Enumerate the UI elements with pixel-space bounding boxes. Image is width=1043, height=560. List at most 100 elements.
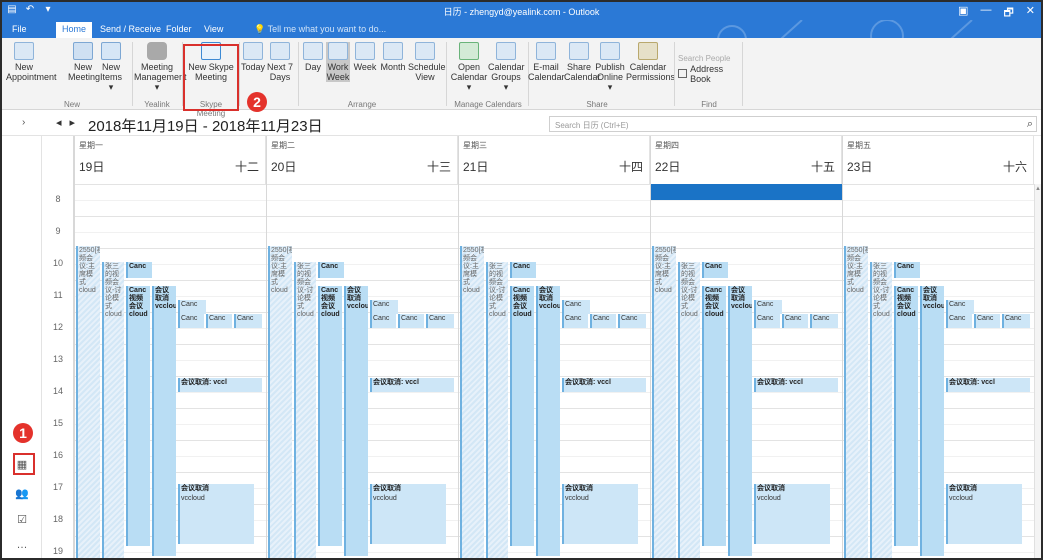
email-calendar-button[interactable]: E-mail Calendar <box>528 42 565 82</box>
appointment-cancelled[interactable]: Canc <box>754 314 780 328</box>
scroll-up-icon[interactable]: ▲ <box>1035 186 1041 192</box>
day-header[interactable]: 星期五 23日 十六 <box>842 136 1034 184</box>
appointment-vccloud[interactable]: vccloud <box>370 494 430 504</box>
appointment-cancel-bar[interactable]: 会议取消: vccl <box>946 378 1030 392</box>
tab-folder[interactable]: Folder <box>160 22 198 38</box>
appointment-vccloud[interactable]: vccloud <box>946 494 1006 504</box>
day-header[interactable]: 星期三 21日 十四 <box>458 136 650 184</box>
month-view-button[interactable]: Month <box>378 42 408 72</box>
appointment-cancel-block[interactable]: 会议取消 <box>946 484 1022 544</box>
appointment-zhangsan[interactable]: 张三的视频会议-讨论模式 cloud <box>486 262 508 558</box>
appointment-cancelled[interactable]: Canc <box>782 314 808 328</box>
appointment-cancel-bar[interactable]: 会议取消: vccl <box>178 378 262 392</box>
appointment-cancel-block[interactable]: 会议取消 <box>754 484 830 544</box>
calendar-search-input[interactable]: Search 日历 (Ctrl+E) ⌕ <box>549 116 1037 132</box>
appointment-cancelled[interactable]: Canc <box>946 314 972 328</box>
expand-folder-pane-icon[interactable]: › <box>22 117 25 128</box>
tell-me-box[interactable]: 💡 Tell me what you want to do... <box>254 24 386 35</box>
address-book-button[interactable]: Address Book <box>678 64 740 84</box>
appointment-cancelled-video[interactable]: Canc 视频 会议 cloud <box>126 286 150 546</box>
appointment-vccloud[interactable]: vccloud <box>754 494 814 504</box>
work-week-view-button[interactable]: Work Week <box>326 42 350 82</box>
appointment-cancelled-video[interactable]: Canc 视频 会议 cloud <box>702 286 726 546</box>
appointment-cancel-bar[interactable]: 会议取消: vccl <box>562 378 646 392</box>
appointment-2550[interactable]: 2550[视频会议:主席模式 cloud <box>652 246 676 558</box>
day-header[interactable]: 星期二 20日 十三 <box>266 136 458 184</box>
schedule-view-button[interactable]: Schedule View <box>408 42 446 82</box>
tasks-nav-icon[interactable]: ☑ <box>15 513 29 527</box>
calendar-permissions-button[interactable]: Calendar Permissions <box>626 42 675 82</box>
appointment-2550[interactable]: 2550[视频会议:主席模式 cloud <box>844 246 868 558</box>
day-view-button[interactable]: Day <box>302 42 324 72</box>
next-arrow-icon[interactable]: ▸ <box>70 117 84 129</box>
appointment-cancel-block[interactable]: 会议取消 <box>178 484 254 544</box>
appointment-cancelled[interactable]: Canc <box>178 300 206 314</box>
appointment-2550[interactable]: 2550[视频会议:主席模式 cloud <box>460 246 484 558</box>
selected-time-slot[interactable] <box>651 184 842 200</box>
appointment-meeting-cancelled[interactable]: 会议取消 vcclou <box>152 286 176 556</box>
tab-send-receive[interactable]: Send / Receive <box>94 22 167 38</box>
appointment-cancelled[interactable]: Canc <box>562 300 590 314</box>
appointment-vccloud[interactable]: vccloud <box>178 494 238 504</box>
new-items-button[interactable]: New Items ▾ <box>98 42 124 92</box>
appointment-cancelled[interactable]: Canc <box>754 300 782 314</box>
appointment-cancelled[interactable]: Canc <box>370 314 396 328</box>
tab-file[interactable]: File <box>6 22 33 38</box>
appointment-cancelled-video[interactable]: Canc 视频 会议 cloud <box>318 286 342 546</box>
appointment-cancelled[interactable]: Canc <box>510 262 536 278</box>
appointment-cancelled[interactable]: Canc <box>370 300 398 314</box>
appointment-cancelled[interactable]: Canc <box>810 314 838 328</box>
appointment-cancelled[interactable]: Canc <box>234 314 262 328</box>
week-view-button[interactable]: Week <box>352 42 378 72</box>
appointment-cancelled[interactable]: Canc <box>562 314 588 328</box>
appointment-cancel-bar[interactable]: 会议取消: vccl <box>370 378 454 392</box>
appointment-cancelled-video[interactable]: Canc 视频 会议 cloud <box>510 286 534 546</box>
vertical-scrollbar[interactable]: ▲ <box>1034 184 1041 558</box>
search-people-input[interactable]: Search People <box>678 54 740 64</box>
appointment-cancelled[interactable]: Canc <box>894 262 920 278</box>
appointment-cancelled[interactable]: Canc <box>946 300 974 314</box>
appointment-meeting-cancelled[interactable]: 会议取消 vcclou <box>536 286 560 556</box>
appointment-cancelled[interactable]: Canc <box>178 314 204 328</box>
new-appointment-button[interactable]: New Appointment <box>6 42 57 82</box>
next-7-days-button[interactable]: Next 7 Days <box>266 42 294 82</box>
appointment-vccloud[interactable]: vccloud <box>562 494 622 504</box>
appointment-cancelled[interactable]: Canc <box>126 262 152 278</box>
appointment-cancelled[interactable]: Canc <box>318 262 344 278</box>
search-icon[interactable]: ⌕ <box>1027 118 1033 131</box>
open-calendar-button[interactable]: Open Calendar ▾ <box>450 42 488 92</box>
appointment-meeting-cancelled[interactable]: 会议取消 vcclou <box>344 286 368 556</box>
today-button[interactable]: Today <box>240 42 266 72</box>
previous-arrow-icon[interactable]: ◂ <box>56 117 70 129</box>
tab-home[interactable]: Home <box>56 22 93 38</box>
tab-view[interactable]: View <box>198 22 229 38</box>
publish-online-button[interactable]: Publish Online ▾ <box>594 42 626 92</box>
appointment-cancelled[interactable]: Canc <box>974 314 1000 328</box>
people-nav-icon[interactable]: 👥 <box>15 487 29 501</box>
appointment-cancelled[interactable]: Canc <box>1002 314 1030 328</box>
appointment-zhangsan[interactable]: 张三的视频会议-讨论模式 cloud <box>294 262 316 558</box>
day-header[interactable]: 星期一 19日 十二 <box>74 136 266 184</box>
share-calendar-button[interactable]: Share Calendar <box>564 42 601 82</box>
appointment-meeting-cancelled[interactable]: 会议取消 vcclou <box>920 286 944 556</box>
appointment-2550[interactable]: 2550[视频会议:主席模式 cloud <box>268 246 292 558</box>
meeting-management-button[interactable]: Meeting Management ▾ <box>134 42 187 92</box>
more-options-icon[interactable]: … <box>15 539 29 553</box>
appointment-cancel-block[interactable]: 会议取消 <box>370 484 446 544</box>
appointment-zhangsan[interactable]: 张三的视频会议-讨论模式 cloud <box>678 262 700 558</box>
appointment-cancel-bar[interactable]: 会议取消: vccl <box>754 378 838 392</box>
calendar-groups-button[interactable]: Calendar Groups ▾ <box>488 42 525 92</box>
appointment-cancel-block[interactable]: 会议取消 <box>562 484 638 544</box>
appointment-cancelled[interactable]: Canc <box>398 314 424 328</box>
appointment-meeting-cancelled[interactable]: 会议取消 vcclou <box>728 286 752 556</box>
appointment-cancelled-video[interactable]: Canc 视频 会议 cloud <box>894 286 918 546</box>
appointment-cancelled[interactable]: Canc <box>702 262 728 278</box>
appointment-cancelled[interactable]: Canc <box>426 314 454 328</box>
appointment-cancelled[interactable]: Canc <box>618 314 646 328</box>
appointment-zhangsan[interactable]: 张三的视频会议-讨论模式 cloud <box>870 262 892 558</box>
new-meeting-button[interactable]: New Meeting <box>68 42 100 82</box>
day-header[interactable]: 星期四 22日 十五 <box>650 136 842 184</box>
appointment-cancelled[interactable]: Canc <box>590 314 616 328</box>
appointment-2550[interactable]: 2550[视频会议:主席模式 cloud <box>76 246 100 558</box>
appointment-cancelled[interactable]: Canc <box>206 314 232 328</box>
